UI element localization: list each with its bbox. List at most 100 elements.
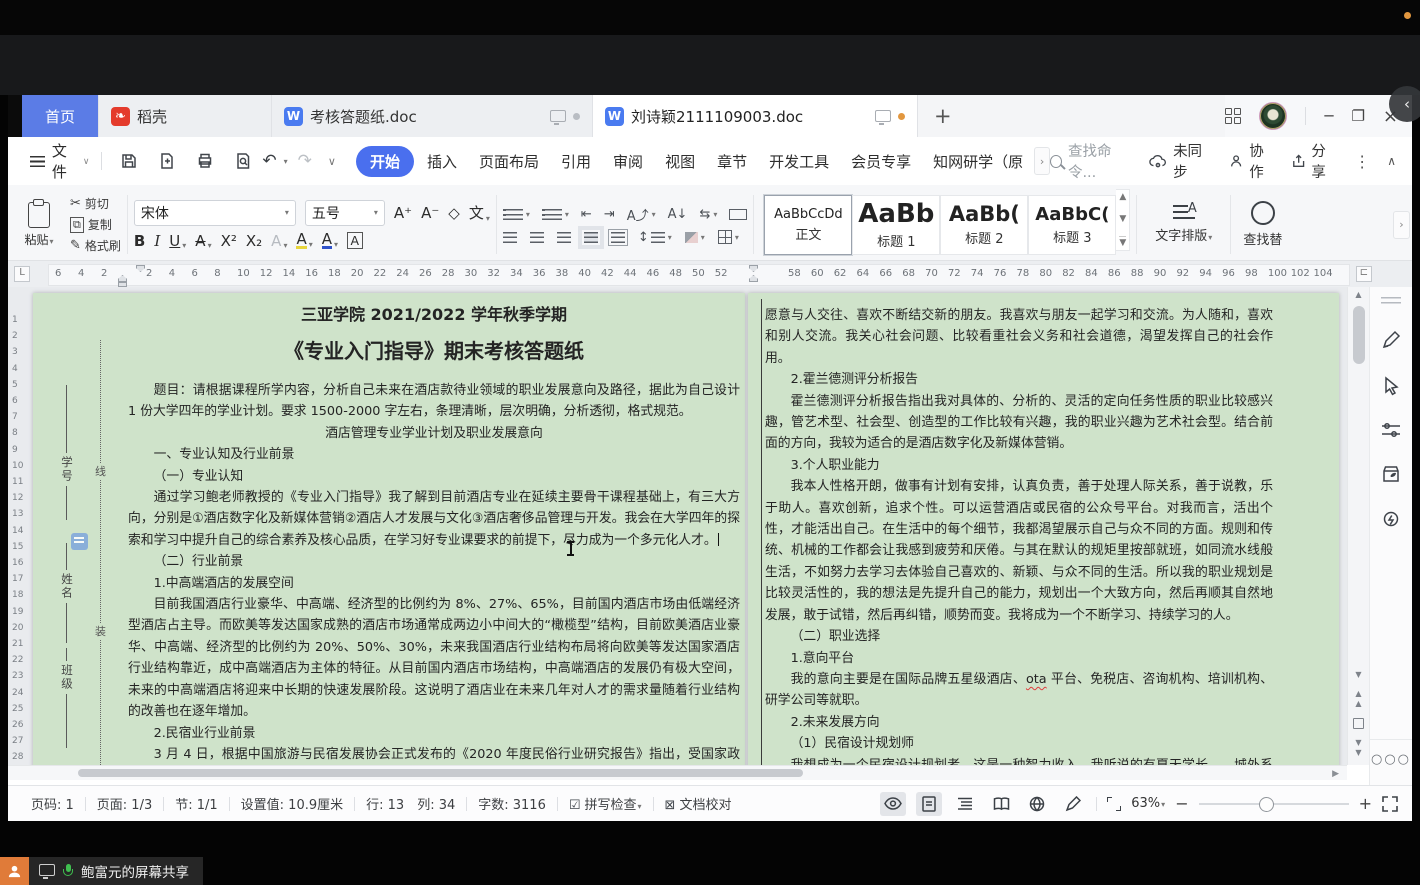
edit-pen-icon[interactable]: [1381, 330, 1401, 350]
sharer-avatar-icon[interactable]: [0, 857, 29, 885]
highlight-color-button[interactable]: A▾: [296, 232, 312, 249]
sync-status-button[interactable]: 未同步: [1149, 140, 1212, 182]
status-item-6[interactable]: 字数: 3116: [467, 794, 557, 813]
superscript-button[interactable]: X²: [221, 232, 237, 250]
status-item-5[interactable]: 行: 13 列: 34: [355, 794, 466, 813]
increase-indent-button[interactable]: ⇥: [604, 207, 615, 222]
paste-button[interactable]: 粘贴▾: [8, 189, 70, 260]
ribbon-tab-8[interactable]: 开发工具: [760, 146, 838, 177]
status-item-4[interactable]: 设置值: 10.9厘米: [230, 794, 354, 813]
horizontal-scrollbar[interactable]: ▶: [8, 765, 1347, 780]
tab-selector[interactable]: L: [14, 266, 30, 282]
tab-doc2-active[interactable]: W 刘诗颖2111109003.doc: [593, 95, 918, 137]
panel-drag-handle[interactable]: [1381, 297, 1401, 304]
scroll-up-arrow-icon[interactable]: ▲: [1355, 290, 1361, 300]
gallery-more-icon[interactable]: ▼: [1119, 236, 1126, 248]
web-view-button[interactable]: [1024, 792, 1050, 816]
workspace-grid-icon[interactable]: [1225, 108, 1241, 124]
copy-button[interactable]: ⧉复制: [70, 216, 121, 233]
print-button[interactable]: [196, 152, 214, 170]
select-browse-object-button[interactable]: [1353, 718, 1364, 729]
page-1[interactable]: 线 装 学号 姓名 班级 三亚学院 2021/2022 学年秋季学期《专业入门指…: [33, 293, 745, 765]
adjust-sliders-icon[interactable]: [1381, 422, 1401, 438]
fullscreen-button[interactable]: [1382, 796, 1398, 812]
floating-collapse-button[interactable]: ‹: [1389, 86, 1420, 122]
paste-options-icon[interactable]: [71, 533, 88, 550]
zoom-slider-knob[interactable]: [1259, 797, 1274, 812]
redo-button[interactable]: ↷: [298, 151, 312, 171]
undo-button[interactable]: ↶▾: [262, 151, 287, 171]
font-name-select[interactable]: 宋体▾: [134, 200, 296, 226]
ribbon-tab-5[interactable]: 审阅: [604, 146, 652, 177]
horizontal-scroll-thumb[interactable]: [78, 769, 803, 777]
bold-button[interactable]: B: [134, 232, 145, 250]
panel-more-icon[interactable]: ○○○: [1370, 739, 1412, 785]
ribbon-tab-10[interactable]: 知网研学（原: [924, 146, 1032, 177]
borders-button[interactable]: ▾: [718, 230, 739, 244]
style-正文[interactable]: AaBbCcDd正文: [764, 195, 852, 255]
grow-font-button[interactable]: A⁺: [394, 204, 412, 222]
panel-expand-button[interactable]: ›: [1393, 211, 1410, 239]
font-color-button[interactable]: A▾: [322, 232, 338, 249]
text-direction-button[interactable]: ⇆▾: [699, 207, 717, 222]
menu-overflow-button[interactable]: ›: [1034, 147, 1050, 175]
next-page-button[interactable]: ▼▼: [1355, 738, 1361, 758]
tab-docer[interactable]: ❧ 稻壳: [99, 95, 272, 137]
share-status-pill[interactable]: 鲍富元的屏幕共享: [29, 857, 203, 885]
strikethrough-button[interactable]: A▾: [195, 232, 211, 250]
collaborate-button[interactable]: 协作: [1229, 140, 1275, 182]
select-cursor-icon[interactable]: [1382, 376, 1400, 396]
horizontal-ruler[interactable]: 6422468101214161820222426283032343638404…: [48, 264, 1350, 286]
tab-doc1[interactable]: W 考核答题纸.doc: [272, 95, 593, 137]
inspiration-bulb-icon[interactable]: [1381, 510, 1401, 530]
document-canvas[interactable]: 1234567891011121314151617181920212223242…: [8, 287, 1347, 765]
align-center-button[interactable]: [530, 232, 544, 243]
style-标题 1[interactable]: AaBb标题 1: [852, 195, 940, 255]
line-spacing-button[interactable]: ↕▾: [638, 230, 672, 245]
ruler-options-icon[interactable]: ⊏: [1356, 266, 1372, 282]
ribbon-tab-1[interactable]: 开始: [356, 146, 414, 177]
sort-button[interactable]: A↓: [668, 207, 688, 222]
zoom-in-button[interactable]: +: [1359, 794, 1372, 813]
restore-button[interactable]: ❐: [1351, 107, 1364, 125]
gallery-down-icon[interactable]: ▼: [1119, 214, 1126, 224]
resource-shop-icon[interactable]: [1381, 464, 1401, 484]
ribbon-tab-7[interactable]: 章节: [708, 146, 756, 177]
font-size-select[interactable]: 五号▾: [305, 200, 385, 226]
ribbon-tab-4[interactable]: 引用: [552, 146, 600, 177]
page-2[interactable]: 愿意与人交往、喜欢不断结交新的朋友。我喜欢与朋友一起学习和交流。为人随和，喜欢和…: [748, 293, 1339, 765]
shading-button[interactable]: ▾: [685, 232, 705, 243]
spell-check-toggle[interactable]: ☑拼写检查▾: [558, 794, 653, 813]
eye-protection-toggle[interactable]: [880, 792, 906, 816]
gallery-up-icon[interactable]: ▲: [1119, 192, 1126, 202]
clear-format-button[interactable]: ◇: [448, 204, 460, 222]
ribbon-tab-3[interactable]: 页面布局: [470, 146, 548, 177]
phonetic-guide-button[interactable]: 文▾: [469, 202, 490, 223]
find-replace-button[interactable]: 查找替: [1237, 189, 1288, 260]
justify-button[interactable]: [584, 232, 598, 243]
vertical-scroll-thumb[interactable]: [1353, 306, 1365, 364]
character-border-button[interactable]: A: [347, 232, 363, 249]
ribbon-tab-6[interactable]: 视图: [656, 146, 704, 177]
more-menu-icon[interactable]: ⋮: [1354, 152, 1370, 171]
hamburger-icon[interactable]: [30, 156, 45, 167]
italic-button[interactable]: I: [154, 232, 160, 250]
file-menu[interactable]: 文件: [52, 140, 80, 182]
distribute-button[interactable]: [611, 232, 625, 243]
styles-gallery-scroll[interactable]: ▲ ▼ ▼: [1116, 189, 1130, 251]
text-effects-button[interactable]: A▾: [271, 232, 287, 250]
new-tab-button[interactable]: +: [918, 95, 968, 137]
style-标题 3[interactable]: AaBbC(标题 3: [1028, 195, 1116, 255]
print-preview-button[interactable]: [234, 152, 252, 170]
minimize-button[interactable]: ─: [1324, 107, 1333, 125]
scroll-right-arrow-icon[interactable]: ▶: [1332, 769, 1339, 779]
search-input[interactable]: 查找命令...: [1050, 140, 1132, 182]
ribbon-tab-2[interactable]: 插入: [418, 146, 466, 177]
style-标题 2[interactable]: AaBb(标题 2: [940, 195, 1028, 255]
page-view-button[interactable]: [916, 792, 942, 816]
tab-home[interactable]: 首页: [22, 95, 99, 137]
proofread-button[interactable]: ⊠文档校对: [654, 794, 743, 813]
account-avatar[interactable]: [1259, 102, 1287, 130]
status-item-1[interactable]: 页码: 1: [20, 794, 85, 813]
decrease-indent-button[interactable]: ⇤: [581, 207, 592, 222]
